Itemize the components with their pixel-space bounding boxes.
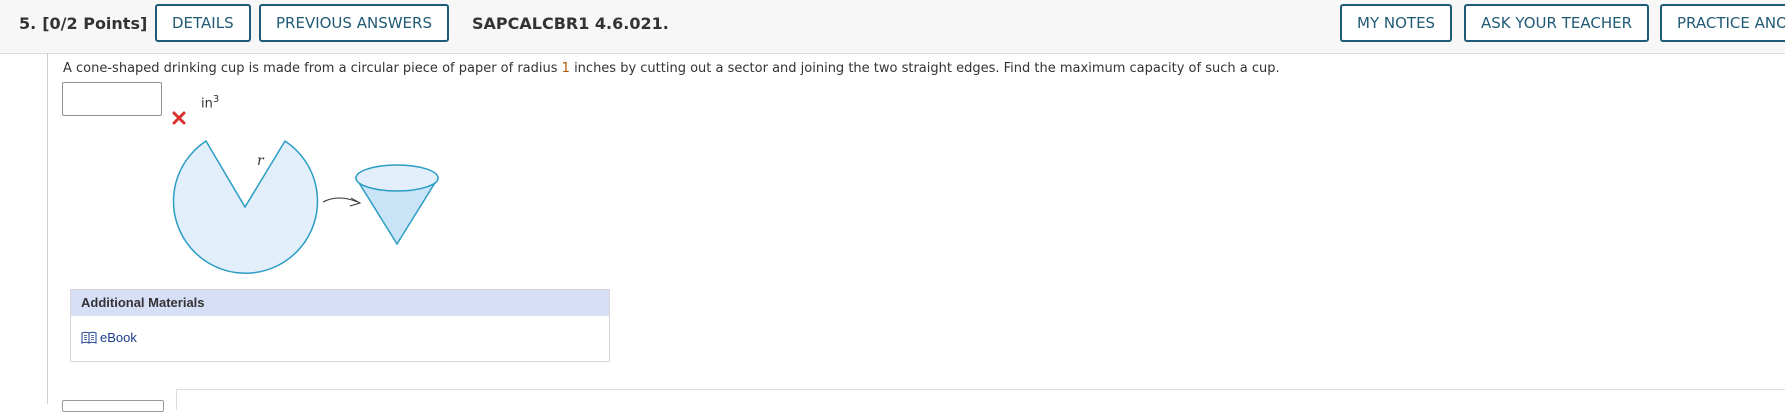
- my-notes-button[interactable]: MY NOTES: [1340, 4, 1453, 42]
- ask-your-teacher-button[interactable]: ASK YOUR TEACHER: [1464, 4, 1649, 42]
- transform-arrowhead: [349, 197, 362, 207]
- question-text-after: inches by cutting out a sector and joini…: [569, 61, 1280, 76]
- unit-base: in: [201, 96, 213, 112]
- previous-answers-button[interactable]: PREVIOUS ANSWERS: [259, 4, 449, 42]
- question-text-before: A cone-shaped drinking cup is made from …: [63, 61, 562, 76]
- practice-another-button[interactable]: PRACTICE ANOTHER: [1660, 4, 1785, 42]
- question-header: 5. [0/2 Points] DETAILS PREVIOUS ANSWERS …: [0, 0, 1785, 54]
- points-label: [0/2 Points]: [42, 14, 148, 33]
- radius-label: r: [257, 153, 265, 169]
- assignment-id: SAPCALCBR1 4.6.021.: [472, 14, 669, 33]
- ebook-link[interactable]: eBook: [81, 330, 137, 345]
- ebook-label: eBook: [100, 330, 137, 345]
- next-question-input-stub: [62, 400, 164, 412]
- cone-cup-figure: r: [172, 139, 440, 274]
- next-question-panel-stub: [176, 389, 1785, 410]
- additional-materials-panel: Additional Materials eBook: [70, 289, 610, 362]
- answer-unit: in3: [201, 94, 219, 111]
- additional-materials-title: Additional Materials: [71, 290, 609, 316]
- cone-rim: [355, 164, 439, 192]
- details-button[interactable]: DETAILS: [155, 4, 251, 42]
- radius-value: 1: [561, 61, 570, 76]
- question-number-points: 5. [0/2 Points]: [19, 14, 147, 33]
- book-icon: [81, 331, 97, 344]
- question-left-rule: [47, 53, 48, 404]
- unit-exponent: 3: [212, 94, 220, 105]
- question-text: A cone-shaped drinking cup is made from …: [63, 61, 1280, 76]
- answer-input[interactable]: [62, 82, 162, 116]
- incorrect-x-icon: [172, 111, 186, 125]
- paper-circle-with-sector-cut: [172, 139, 319, 274]
- question-number: 5.: [19, 14, 37, 33]
